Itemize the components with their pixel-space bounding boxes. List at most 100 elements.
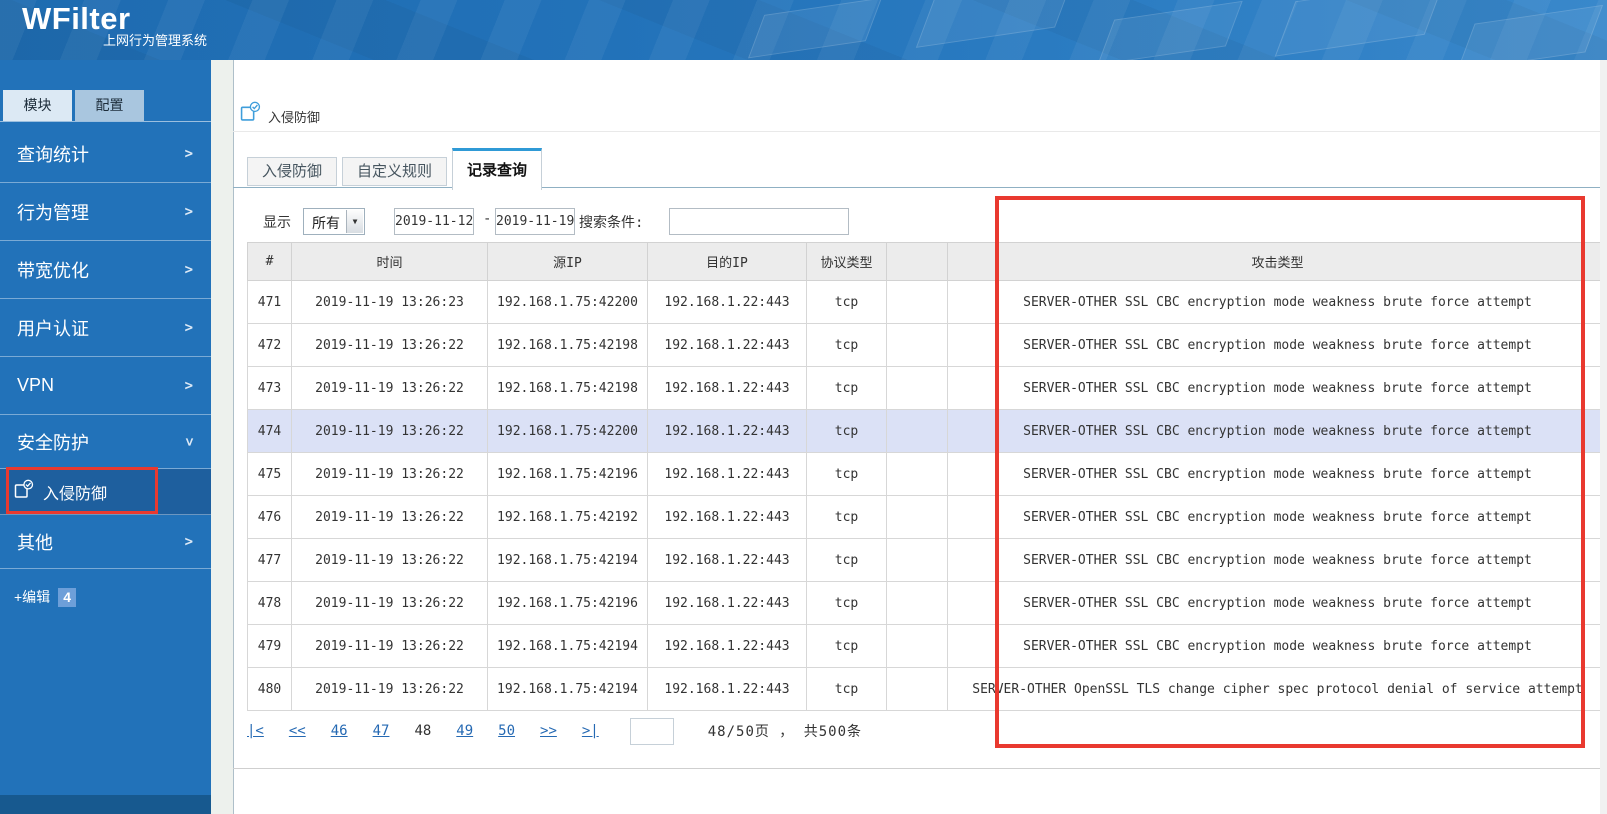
date-to-input[interactable] bbox=[495, 208, 575, 235]
tab-record-query[interactable]: 记录查询 bbox=[452, 148, 543, 190]
table-row[interactable]: 478 2019-11-19 13:26:22 192.168.1.75:42196… bbox=[247, 581, 1607, 625]
table-row[interactable]: 476 2019-11-19 13:26:22 192.168.1.75:42192… bbox=[247, 495, 1607, 539]
table-row[interactable]: 474 2019-11-19 13:26:22 192.168.1.75:42200… bbox=[247, 409, 1607, 453]
records-table: # 时间 源IP 目的IP 协议类型 攻击类型 471 2019-11-19 13… bbox=[247, 242, 1607, 711]
cell-time: 2019-11-19 13:26:22 bbox=[291, 667, 488, 711]
sidebar-edit-link[interactable]: +编辑 bbox=[14, 587, 50, 607]
date-from-input[interactable] bbox=[394, 208, 474, 235]
chevron-right-icon: > bbox=[184, 145, 193, 162]
page-link-46[interactable]: 46 bbox=[331, 723, 348, 739]
sidebar-item-security[interactable]: 安全防护 > bbox=[0, 415, 211, 469]
cell-attack-type: SERVER-OTHER SSL CBC encryption mode wea… bbox=[947, 495, 1607, 539]
cell-time: 2019-11-19 13:26:22 bbox=[291, 495, 488, 539]
dropdown-arrow-button[interactable]: ▼ bbox=[346, 210, 363, 233]
cell-attack-type: SERVER-OTHER SSL CBC encryption mode wea… bbox=[947, 409, 1607, 453]
cell-index: 473 bbox=[247, 366, 292, 410]
search-input[interactable] bbox=[669, 208, 849, 235]
page-first-button[interactable]: |< bbox=[247, 723, 264, 739]
cell-spacer bbox=[886, 409, 948, 453]
chevron-down-icon: > bbox=[180, 437, 197, 446]
cell-protocol: tcp bbox=[806, 452, 887, 496]
cell-attack-type: SERVER-OTHER SSL CBC encryption mode wea… bbox=[947, 366, 1607, 410]
table-row[interactable]: 472 2019-11-19 13:26:22 192.168.1.75:42198… bbox=[247, 323, 1607, 367]
sidebar-tab-config[interactable]: 配置 bbox=[75, 90, 144, 121]
tab-intrusion-prevention[interactable]: 入侵防御 bbox=[247, 157, 338, 186]
breadcrumb-divider bbox=[233, 131, 1607, 132]
keyboard-pattern bbox=[0, 0, 1607, 60]
table-row[interactable]: 477 2019-11-19 13:26:22 192.168.1.75:42194… bbox=[247, 538, 1607, 582]
sidebar-item-user-auth[interactable]: 用户认证 > bbox=[0, 299, 211, 357]
table-header: # 时间 源IP 目的IP 协议类型 攻击类型 bbox=[247, 242, 1607, 281]
page-link-49[interactable]: 49 bbox=[456, 723, 473, 739]
cell-spacer bbox=[886, 624, 948, 668]
cell-attack-type: SERVER-OTHER SSL CBC encryption mode wea… bbox=[947, 280, 1607, 324]
cell-dest-ip: 192.168.1.22:443 bbox=[647, 280, 807, 324]
cell-attack-type: SERVER-OTHER SSL CBC encryption mode wea… bbox=[947, 452, 1607, 496]
cell-spacer bbox=[886, 366, 948, 410]
cell-time: 2019-11-19 13:26:23 bbox=[291, 280, 488, 324]
sidebar-item-others[interactable]: 其他 > bbox=[0, 515, 211, 569]
cell-protocol: tcp bbox=[806, 624, 887, 668]
cell-source-ip: 192.168.1.75:42196 bbox=[487, 581, 648, 625]
cell-dest-ip: 192.168.1.22:443 bbox=[647, 624, 807, 668]
page-link-50[interactable]: 50 bbox=[498, 723, 515, 739]
main-content: 入侵防御 入侵防御 自定义规则 记录查询 显示 所有 ▼ - 搜索条件: # 时… bbox=[211, 60, 1607, 814]
cell-protocol: tcp bbox=[806, 581, 887, 625]
tab-custom-rules[interactable]: 自定义规则 bbox=[342, 157, 448, 186]
cell-index: 475 bbox=[247, 452, 292, 496]
table-row[interactable]: 479 2019-11-19 13:26:22 192.168.1.75:42194… bbox=[247, 624, 1607, 668]
cell-protocol: tcp bbox=[806, 667, 887, 711]
sidebar-tab-modules[interactable]: 模块 bbox=[3, 90, 72, 121]
page-next-button[interactable]: >> bbox=[540, 723, 557, 739]
chevron-right-icon: > bbox=[184, 261, 193, 278]
sidebar-footer-strip bbox=[0, 795, 211, 814]
edit-count-badge: 4 bbox=[58, 587, 76, 607]
column-header-index: # bbox=[247, 242, 292, 281]
cell-dest-ip: 192.168.1.22:443 bbox=[647, 366, 807, 410]
sidebar-item-intrusion-prevention[interactable]: 入侵防御 bbox=[0, 469, 211, 515]
table-row[interactable]: 480 2019-11-19 13:26:22 192.168.1.75:42194… bbox=[247, 667, 1607, 711]
sidebar-item-behavior-mgmt[interactable]: 行为管理 > bbox=[0, 183, 211, 241]
sidebar-item-vpn[interactable]: VPN > bbox=[0, 357, 211, 415]
sidebar-item-label: 安全防护 bbox=[17, 432, 89, 453]
chevron-right-icon: > bbox=[184, 203, 193, 220]
cell-protocol: tcp bbox=[806, 495, 887, 539]
cell-attack-type: SERVER-OTHER SSL CBC encryption mode wea… bbox=[947, 323, 1607, 367]
table-row[interactable]: 473 2019-11-19 13:26:22 192.168.1.75:42198… bbox=[247, 366, 1607, 410]
table-row[interactable]: 475 2019-11-19 13:26:22 192.168.1.75:42196… bbox=[247, 452, 1607, 496]
sidebar-item-query-stats[interactable]: 查询统计 > bbox=[0, 125, 211, 183]
panel-bottom-border bbox=[233, 768, 1607, 769]
cell-source-ip: 192.168.1.75:42192 bbox=[487, 495, 648, 539]
cell-dest-ip: 192.168.1.22:443 bbox=[647, 538, 807, 582]
cell-index: 476 bbox=[247, 495, 292, 539]
page-jump-input[interactable] bbox=[629, 717, 674, 745]
sidebar-menu: 查询统计 > 行为管理 > 带宽优化 > 用户认证 > VPN > 安全防护 > bbox=[0, 125, 211, 607]
content-tabs: 入侵防御 自定义规则 记录查询 bbox=[247, 148, 543, 190]
app-subtitle: 上网行为管理系统 bbox=[103, 33, 208, 48]
sidebar-item-label: VPN bbox=[17, 375, 55, 395]
column-header-time: 时间 bbox=[291, 242, 488, 281]
page-link-47[interactable]: 47 bbox=[373, 723, 390, 739]
table-row[interactable]: 471 2019-11-19 13:26:23 192.168.1.75:42200… bbox=[247, 280, 1607, 324]
show-filter-select[interactable]: 所有 ▼ bbox=[303, 208, 365, 235]
page-prev-button[interactable]: << bbox=[289, 723, 306, 739]
chevron-right-icon: > bbox=[184, 319, 193, 336]
cell-spacer bbox=[886, 495, 948, 539]
show-label: 显示 bbox=[263, 215, 291, 231]
cell-spacer bbox=[886, 452, 948, 496]
page-last-button[interactable]: >| bbox=[582, 723, 599, 739]
cell-index: 472 bbox=[247, 323, 292, 367]
cell-source-ip: 192.168.1.75:42194 bbox=[487, 667, 648, 711]
cell-index: 478 bbox=[247, 581, 292, 625]
cell-index: 477 bbox=[247, 538, 292, 582]
cell-dest-ip: 192.168.1.22:443 bbox=[647, 323, 807, 367]
page-info: 48/50页 ， 共500条 bbox=[707, 724, 863, 740]
cell-dest-ip: 192.168.1.22:443 bbox=[647, 667, 807, 711]
vertical-scrollbar[interactable] bbox=[1600, 60, 1607, 814]
cell-protocol: tcp bbox=[806, 323, 887, 367]
table-body: 471 2019-11-19 13:26:23 192.168.1.75:42200… bbox=[247, 280, 1607, 711]
intrusion-prevention-icon bbox=[14, 479, 34, 504]
sidebar-item-bandwidth[interactable]: 带宽优化 > bbox=[0, 241, 211, 299]
page-current: 48 bbox=[414, 723, 432, 739]
sidebar-submenu-label: 入侵防御 bbox=[43, 485, 108, 503]
